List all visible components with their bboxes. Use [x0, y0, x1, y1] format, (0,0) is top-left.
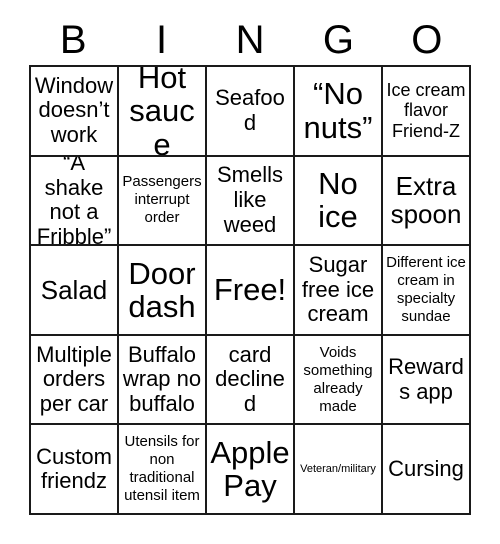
bingo-cell[interactable]: Hot sauce	[119, 67, 207, 157]
bingo-cell-label: No ice	[318, 165, 358, 235]
bingo-card: B I N G O Window doesn’t work Hot sauce …	[0, 0, 500, 544]
bingo-cell[interactable]: card declined	[207, 335, 295, 426]
bingo-cell[interactable]: Different ice cream in specialty sundae	[383, 246, 471, 336]
bingo-cell-label: Ice cream flavor Friend-Z	[386, 79, 466, 142]
bingo-cell[interactable]: Salad	[31, 246, 119, 336]
bingo-grid: Window doesn’t work Hot sauce Seafood “N…	[29, 65, 471, 515]
bingo-cell-label: Apple Pay	[210, 434, 290, 504]
bingo-cell[interactable]: Utensils for non traditional utensil ite…	[119, 425, 207, 515]
bingo-cell-label: Rewards app	[388, 353, 464, 404]
bingo-cell-label: Cursing	[388, 455, 464, 481]
bingo-cell-label: Seafood	[215, 85, 285, 135]
bingo-cell-label: Utensils for non traditional utensil ite…	[124, 433, 200, 505]
bingo-cell-label: Extra spoon	[390, 170, 462, 230]
bingo-cell[interactable]: Veteran/military	[295, 425, 383, 515]
bingo-cell-label: “A shake not a Fribble”	[36, 156, 112, 247]
bingo-cell[interactable]: No ice	[295, 156, 383, 247]
bingo-cell[interactable]: Custom friendz	[31, 425, 119, 515]
bingo-cell[interactable]: Buffalo wrap no buffalo	[119, 335, 207, 426]
bingo-cell-label: Sugar free ice cream	[301, 252, 375, 327]
bingo-header: B I N G O	[29, 14, 471, 66]
header-letter-g: G	[322, 18, 354, 62]
bingo-cell[interactable]: Door dash	[119, 246, 207, 336]
bingo-cell[interactable]: Rewards app	[383, 335, 471, 426]
header-letter-n: N	[235, 18, 265, 62]
bingo-cell[interactable]: “No nuts”	[295, 67, 383, 157]
bingo-cell-label: Salad	[40, 274, 108, 305]
bingo-cell-label: Veteran/military	[300, 462, 376, 475]
bingo-cell[interactable]: Cursing	[383, 425, 471, 515]
bingo-cell-label: Smells like weed	[216, 162, 283, 237]
bingo-cell[interactable]: Window doesn’t work	[31, 67, 119, 157]
bingo-cell-label: Hot sauce	[129, 67, 195, 157]
bingo-cell[interactable]: Sugar free ice cream	[295, 246, 383, 336]
bingo-cell[interactable]: Passengers interrupt order	[119, 156, 207, 247]
bingo-cell[interactable]: “A shake not a Fribble”	[31, 156, 119, 247]
header-letter-i: I	[156, 18, 168, 62]
bingo-cell-label: Free!	[213, 272, 287, 308]
header-letter-b: B	[59, 18, 87, 62]
bingo-cell[interactable]: Ice cream flavor Friend-Z	[383, 67, 471, 157]
bingo-cell[interactable]: Extra spoon	[383, 156, 471, 247]
bingo-cell[interactable]: Seafood	[207, 67, 295, 157]
bingo-cell[interactable]: Voids something already made	[295, 335, 383, 426]
bingo-cell-label: card declined	[215, 341, 285, 416]
bingo-cell-free[interactable]: Free!	[207, 246, 295, 336]
header-letter-o: O	[411, 18, 443, 62]
bingo-cell[interactable]: Multiple orders per car	[31, 335, 119, 426]
bingo-cell-label: Voids something already made	[303, 343, 373, 415]
bingo-cell-label: Custom friendz	[36, 443, 112, 494]
bingo-cell-label: Buffalo wrap no buffalo	[122, 341, 202, 416]
bingo-cell-label: Door dash	[128, 255, 196, 324]
bingo-cell[interactable]: Apple Pay	[207, 425, 295, 515]
bingo-cell-label: Window doesn’t work	[34, 72, 114, 148]
bingo-cell[interactable]: Smells like weed	[207, 156, 295, 247]
bingo-cell-label: Passengers interrupt order	[122, 173, 202, 227]
bingo-cell-label: Multiple orders per car	[36, 341, 112, 416]
bingo-cell-label: Different ice cream in specialty sundae	[386, 253, 466, 325]
bingo-cell-label: “No nuts”	[303, 76, 373, 145]
